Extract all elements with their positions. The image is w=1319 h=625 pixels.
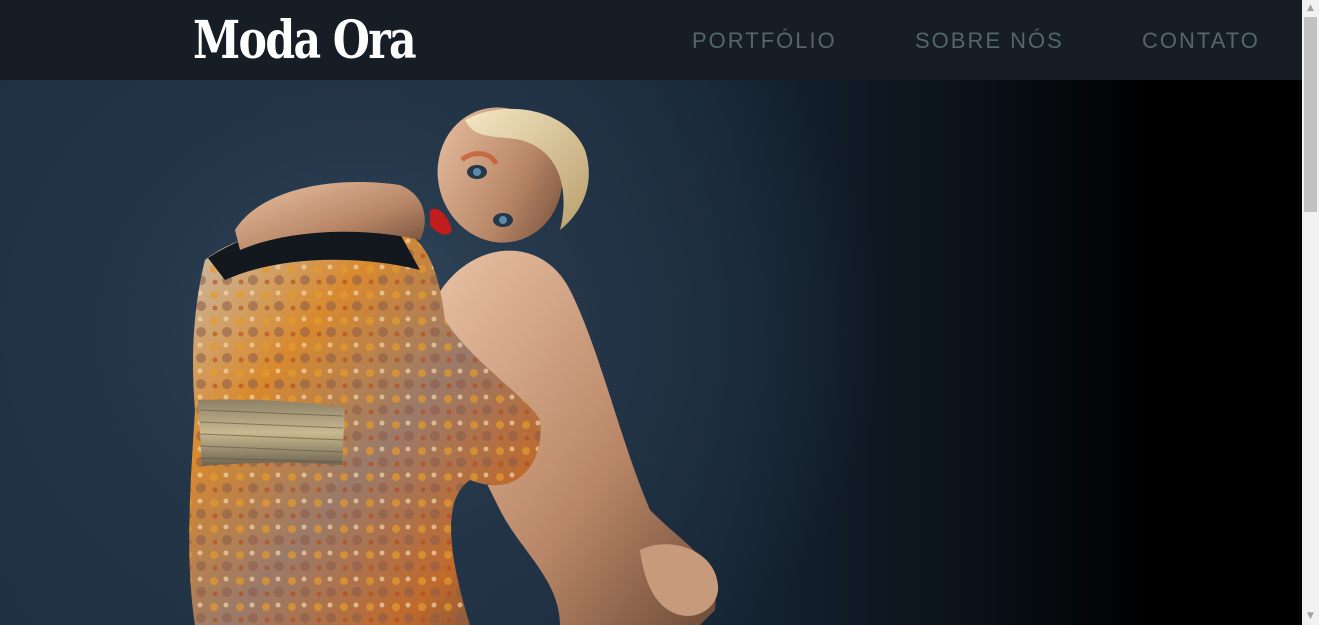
hero-banner (0, 80, 1302, 625)
browser-viewport: Moda Ora PORTFÓLIO SOBRE NÓS CONTATO (0, 0, 1302, 625)
nav-link-sobre-nos[interactable]: SOBRE NÓS (915, 28, 1064, 54)
hero-model-image (189, 107, 719, 625)
chevron-up-icon[interactable]: ▲ (1302, 0, 1319, 17)
scrollbar-thumb[interactable] (1304, 17, 1317, 212)
main-nav: PORTFÓLIO SOBRE NÓS CONTATO (0, 0, 1302, 80)
site-header: Moda Ora PORTFÓLIO SOBRE NÓS CONTATO (0, 0, 1302, 80)
page-scrollbar[interactable]: ▲ ▼ (1302, 0, 1319, 625)
nav-link-contato[interactable]: CONTATO (1142, 28, 1260, 54)
nav-link-portfolio[interactable]: PORTFÓLIO (692, 28, 837, 54)
chevron-down-icon[interactable]: ▼ (1302, 608, 1319, 625)
